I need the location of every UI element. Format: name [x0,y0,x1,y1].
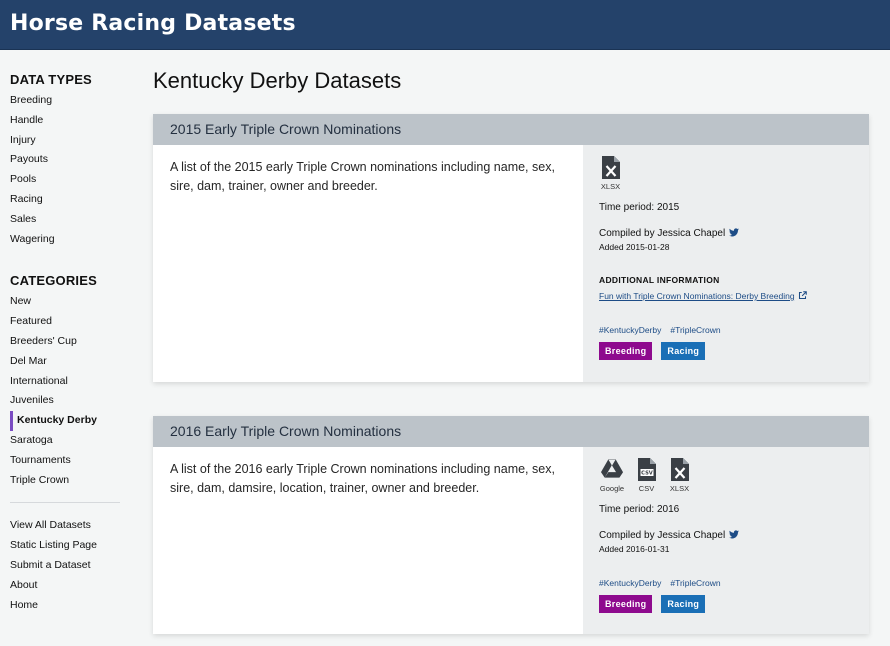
dataset-description: A list of the 2015 early Triple Crown no… [170,160,555,193]
dataset-meta-panel: XLSX Time period: 2015 Compiled by Jessi… [583,145,869,382]
sidebar-item-pools[interactable]: Pools [10,170,120,190]
sidebar-link-home[interactable]: Home [10,596,120,616]
sidebar-item-saratoga[interactable]: Saratoga [10,431,120,451]
added-date: Added 2015-01-28 [599,242,670,252]
dataset-body: A list of the 2016 early Triple Crown no… [153,447,869,634]
dataset-card: 2015 Early Triple Crown Nominations A li… [153,114,869,382]
file-label: XLSX [669,484,690,493]
file-label: Google [599,484,625,493]
sidebar-item-triple-crown[interactable]: Triple Crown [10,471,120,491]
sidebar-links: View All Datasets Static Listing Page Su… [10,516,120,615]
compiled-by-row: Compiled by Jessica Chapel [599,530,869,541]
hashtag-triplecrown[interactable]: #TripleCrown [670,578,720,588]
additional-info-heading: ADDITIONAL INFORMATION [599,275,720,285]
file-downloads: XLSX [599,156,869,191]
file-download-google[interactable]: Google [599,458,625,493]
sidebar-item-payouts[interactable]: Payouts [10,150,120,170]
sidebar-item-breeding[interactable]: Breeding [10,91,120,111]
file-download-xlsx[interactable]: XLSX [599,156,622,191]
external-link-icon [798,291,807,300]
dataset-title: 2015 Early Triple Crown Nominations [153,114,869,145]
added-date: Added 2016-01-31 [599,544,670,554]
twitter-icon[interactable] [729,228,740,237]
file-label: CSV [638,484,655,493]
data-types-heading: DATA TYPES [10,72,92,87]
hashtag-list: #KentuckyDerby #TripleCrown [599,578,869,588]
file-downloads: Google CSV CSV XLSX [599,458,869,493]
data-types-list: Breeding Handle Injury Payouts Pools Rac… [10,91,120,249]
sidebar-item-juveniles[interactable]: Juveniles [10,391,120,411]
sidebar-link-submit[interactable]: Submit a Dataset [10,556,120,576]
time-period: Time period: 2015 [599,202,680,213]
dataset-description: A list of the 2016 early Triple Crown no… [170,462,555,495]
dataset-meta-panel: Google CSV CSV XLSX Time period: 2016 Co… [583,447,869,634]
dataset-body: A list of the 2015 early Triple Crown no… [153,145,869,382]
sidebar-item-breeders-cup[interactable]: Breeders' Cup [10,332,120,352]
file-download-csv[interactable]: CSV CSV [635,458,658,493]
dataset-title: 2016 Early Triple Crown Nominations [153,416,869,447]
dataset-card: 2016 Early Triple Crown Nominations A li… [153,416,869,634]
sidebar-item-wagering[interactable]: Wagering [10,230,120,250]
category-pills: Breeding Racing [599,342,869,360]
sidebar-item-tournaments[interactable]: Tournaments [10,451,120,471]
compiled-by-row: Compiled by Jessica Chapel [599,228,869,239]
sidebar: DATA TYPES Breeding Handle Injury Payout… [10,70,120,615]
additional-info-row: Fun with Triple Crown Nominations: Derby… [599,289,869,302]
sidebar-link-about[interactable]: About [10,576,120,596]
sidebar-item-sales[interactable]: Sales [10,210,120,230]
sidebar-link-static-listing[interactable]: Static Listing Page [10,536,120,556]
category-pill-breeding[interactable]: Breeding [599,595,653,613]
compiled-by: Compiled by Jessica Chapel [599,530,726,541]
page-title: Kentucky Derby Datasets [153,68,402,93]
sidebar-divider [10,502,120,504]
additional-info-link[interactable]: Fun with Triple Crown Nominations: Derby… [599,291,795,301]
time-period: Time period: 2016 [599,504,680,515]
category-pill-racing[interactable]: Racing [661,595,706,613]
csv-file-icon: CSV [637,458,656,481]
google-drive-icon [601,459,623,478]
sidebar-item-kentucky-derby[interactable]: Kentucky Derby [10,411,120,431]
compiled-by: Compiled by Jessica Chapel [599,228,726,239]
sidebar-item-injury[interactable]: Injury [10,131,120,151]
twitter-icon[interactable] [729,530,740,539]
sidebar-link-view-all[interactable]: View All Datasets [10,516,120,536]
site-header: Horse Racing Datasets [0,0,890,50]
file-download-xlsx[interactable]: XLSX [668,458,691,493]
svg-text:CSV: CSV [641,471,653,477]
category-pills: Breeding Racing [599,595,869,613]
category-pill-racing[interactable]: Racing [661,342,706,360]
hashtag-kentuckyderby[interactable]: #KentuckyDerby [599,325,661,335]
sidebar-item-handle[interactable]: Handle [10,111,120,131]
hashtag-list: #KentuckyDerby #TripleCrown [599,325,869,335]
sidebar-item-featured[interactable]: Featured [10,312,120,332]
file-label: XLSX [600,182,621,191]
xlsx-file-icon [670,458,689,481]
hashtag-kentuckyderby[interactable]: #KentuckyDerby [599,578,661,588]
sidebar-item-racing[interactable]: Racing [10,190,120,210]
sidebar-item-international[interactable]: International [10,372,120,392]
sidebar-item-new[interactable]: New [10,292,120,312]
categories-heading: CATEGORIES [10,273,97,289]
xlsx-file-icon [601,156,620,179]
hashtag-triplecrown[interactable]: #TripleCrown [670,325,720,335]
category-pill-breeding[interactable]: Breeding [599,342,653,360]
categories-list: New Featured Breeders' Cup Del Mar Inter… [10,292,120,490]
sidebar-item-del-mar[interactable]: Del Mar [10,352,120,372]
site-title[interactable]: Horse Racing Datasets [10,11,296,36]
